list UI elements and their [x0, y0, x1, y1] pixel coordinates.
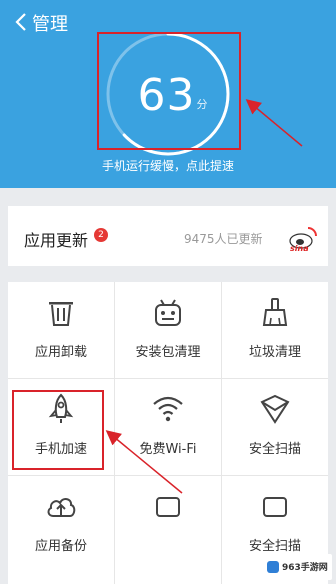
watermark-text: 963手游网 — [282, 563, 328, 573]
watermark-logo: 963手游网 — [262, 554, 332, 580]
annotation-arrows — [105, 99, 303, 494]
annotation-arrow-speedup — [105, 430, 183, 494]
annotation-arrow-score — [245, 99, 303, 147]
watermark-icon — [267, 561, 279, 573]
